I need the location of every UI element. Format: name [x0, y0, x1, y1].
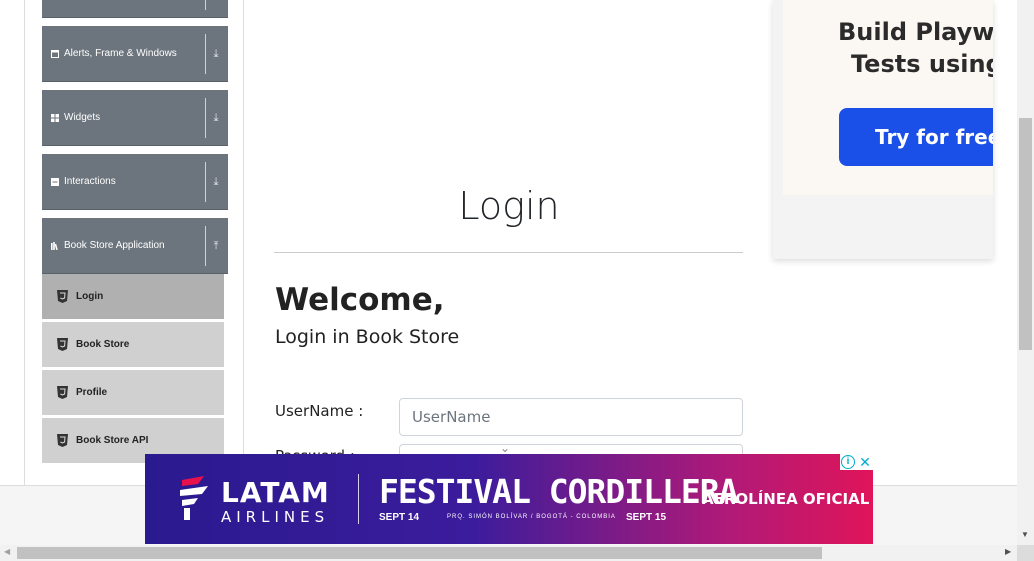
username-input[interactable] [399, 398, 743, 436]
sidebar-group-label: Interactions [64, 176, 116, 187]
close-icon[interactable]: ✕ [857, 454, 873, 470]
grid-icon [51, 114, 59, 122]
latam-brand-sub: AIRLINES [221, 508, 330, 526]
horizontal-scrollbar[interactable]: ◀ ▶ [0, 545, 1017, 561]
list-icon [51, 178, 59, 186]
left-sidebar: ⤓ Alerts, Frame & Windows ⤓ Widgets ⤓ In… [24, 0, 244, 485]
sidebar-item-label: Book Store API [76, 435, 149, 446]
sidebar-group-widgets[interactable]: Widgets ⤓ [42, 90, 228, 146]
html5-icon [57, 434, 68, 447]
expand-arrow-icon[interactable]: ⤓ [210, 44, 222, 64]
welcome-heading: Welcome, [275, 282, 445, 318]
sidebar-group-label: Widgets [64, 112, 101, 123]
try-for-free-button[interactable]: Try for free → [839, 108, 993, 166]
page-title: Login [458, 184, 560, 228]
latam-logo-icon [180, 476, 208, 520]
vertical-scrollbar[interactable]: ▼ [1017, 0, 1034, 545]
sidebar-group-book-store[interactable]: Book Store Application ⤒ [42, 218, 228, 274]
group-separator [205, 34, 206, 74]
scroll-right-arrow-icon[interactable]: ▶ [1005, 547, 1011, 556]
username-label: UserName : [275, 402, 364, 420]
expand-arrow-icon[interactable]: ⤓ [210, 108, 222, 128]
html5-icon [57, 386, 68, 399]
sidebar-item-label: Profile [76, 387, 108, 398]
html5-icon [57, 338, 68, 351]
latam-brand: LATAM [221, 476, 330, 509]
sidebar-item-label: Book Store [76, 339, 130, 350]
sidebar-item-login[interactable]: Login [42, 274, 224, 320]
group-separator [205, 98, 206, 138]
html5-icon [57, 290, 68, 303]
ad-banner-playwright[interactable]: Build Playwrigh Tests using A Try for fr… [773, 0, 993, 259]
scroll-down-arrow-icon[interactable]: ▼ [1021, 530, 1029, 539]
chevron-down-icon: ⌄ [500, 441, 511, 455]
sidebar-group-alerts[interactable]: Alerts, Frame & Windows ⤓ [42, 26, 228, 82]
sidebar-item-label: Login [76, 291, 104, 302]
ad-tagline: AEROLÍNEA OFICIAL [702, 490, 870, 508]
sidebar-group-label: Alerts, Frame & Windows [64, 48, 177, 59]
ad-headline-line1: Build Playwrigh [838, 18, 993, 46]
sidebar-item-profile[interactable]: Profile [42, 370, 224, 416]
ad-divider [358, 474, 359, 524]
sidebar-group-interactions[interactable]: Interactions ⤓ [42, 154, 228, 210]
login-subheading: Login in Book Store [275, 326, 460, 348]
scrollbar-corner [1017, 545, 1034, 561]
ad-choices: i ✕ [840, 454, 873, 470]
ad-headline-line2: Tests using A [851, 50, 993, 78]
expand-arrow-icon[interactable]: ⤓ [210, 172, 222, 192]
festival-venue: PRQ. SIMÓN BOLÍVAR / BOGOTÁ - COLOMBIA [447, 514, 616, 520]
scroll-left-arrow-icon[interactable]: ◀ [4, 547, 10, 556]
page: ⤓ Alerts, Frame & Windows ⤓ Widgets ⤓ In… [0, 0, 1034, 561]
festival-title: FESTIVAL CORDILLERA [379, 472, 738, 511]
sidebar-group-label: Book Store Application [64, 240, 165, 251]
festival-date-start: SEPT 14 [379, 512, 420, 523]
group-separator [205, 0, 206, 10]
window-icon [51, 50, 59, 58]
collapse-arrow-icon[interactable]: ⤒ [210, 236, 222, 256]
group-separator [205, 162, 206, 202]
books-icon [51, 242, 58, 250]
ad-banner-latam[interactable]: LATAM AIRLINES FESTIVAL CORDILLERA SEPT … [145, 454, 873, 544]
group-separator [205, 226, 206, 266]
info-icon[interactable]: i [841, 455, 855, 469]
ad-panel: Build Playwrigh Tests using A Try for fr… [783, 0, 993, 195]
sidebar-group-collapsed[interactable]: ⤓ [42, 0, 228, 18]
sidebar-item-book-store[interactable]: Book Store [42, 322, 224, 368]
title-divider [274, 252, 743, 253]
horizontal-scrollbar-thumb[interactable] [17, 547, 822, 559]
vertical-scrollbar-thumb[interactable] [1019, 118, 1032, 350]
festival-date-end: SEPT 15 [626, 512, 667, 523]
